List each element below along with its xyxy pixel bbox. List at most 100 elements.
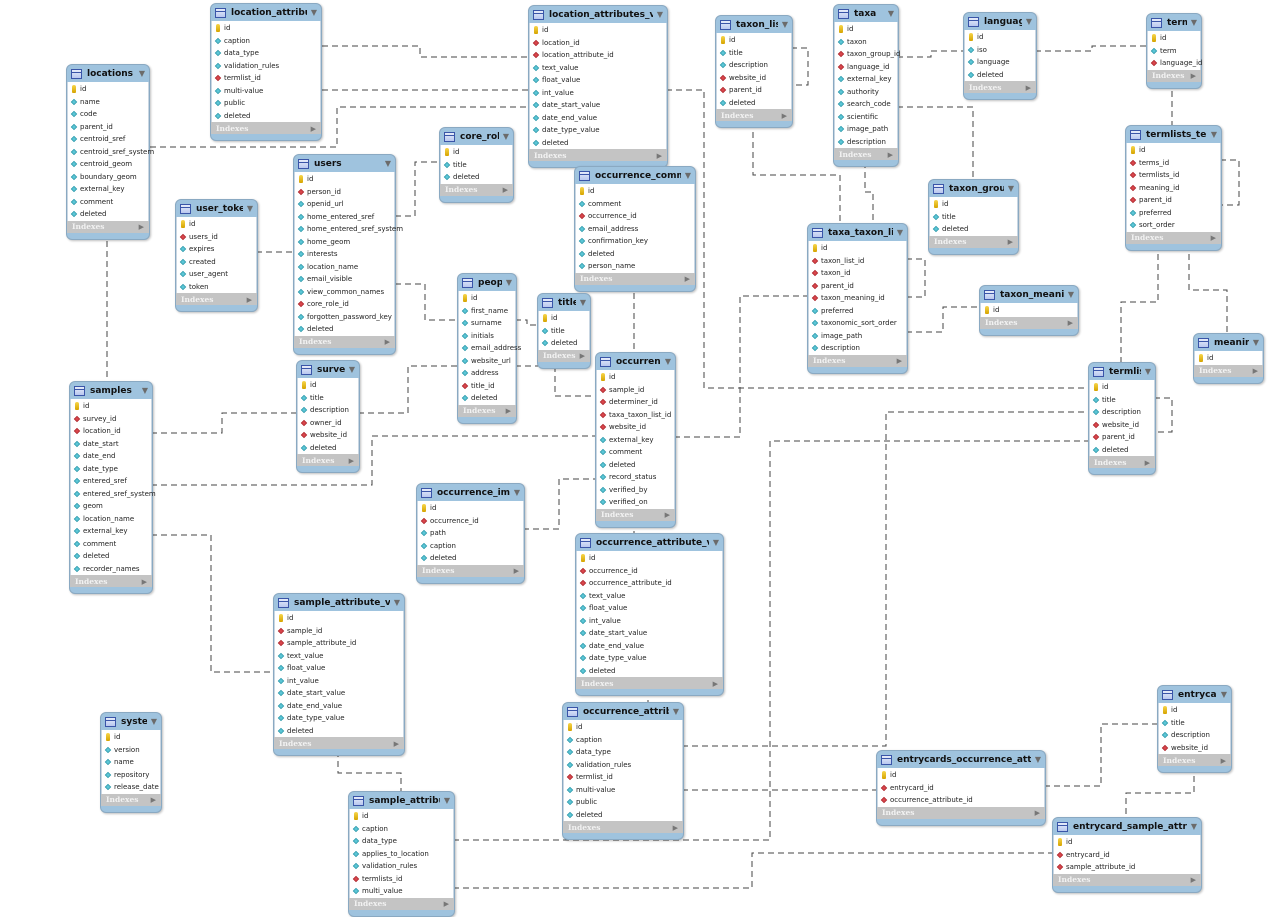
column-row[interactable]: multi-value <box>564 784 682 797</box>
table-menu-caret-icon[interactable]: ▼ <box>139 69 145 78</box>
column-row[interactable]: occurrence_attribute_id <box>878 794 1044 807</box>
column-row[interactable]: centroid_sref_system <box>68 146 154 159</box>
column-row[interactable]: deleted <box>717 97 791 110</box>
table-occurrences[interactable]: occurrences ▼ id sample_id determiner_idtaxa… <box>595 352 676 528</box>
table-sample-attribute-values[interactable]: sample_attribute_values▼idsample_idsampl… <box>273 593 405 756</box>
table-header[interactable]: occurrence_attributes ▼ <box>563 703 683 720</box>
column-row[interactable]: id <box>1127 144 1220 157</box>
table-taxon-meanings[interactable]: taxon_meanings ▼ id Indexes ▶ <box>979 285 1079 336</box>
table-location-attributes[interactable]: location_attributes ▼ id caption data_typeva… <box>210 3 322 141</box>
column-row[interactable]: meaning_id <box>1127 182 1220 195</box>
column-row[interactable]: deleted <box>441 171 512 184</box>
table-occurrence-comments[interactable]: occurrence_comments ▼ id comment occurrence_… <box>574 166 696 292</box>
indexes-section[interactable]: Indexes ▶ <box>929 235 1018 248</box>
indexes-section[interactable]: Indexes ▶ <box>297 454 359 466</box>
relationship-line[interactable] <box>395 283 457 321</box>
relationship-line[interactable] <box>674 295 807 438</box>
column-row[interactable]: person_id <box>295 186 394 199</box>
table-header[interactable]: core_roles ▼ <box>440 128 513 145</box>
column-row[interactable]: website_id <box>597 421 674 434</box>
indexes-expand-arrow-icon[interactable]: ▶ <box>349 456 354 465</box>
table-header[interactable]: terms ▼ <box>1147 14 1201 31</box>
column-row[interactable]: home_entered_sref <box>295 211 394 224</box>
indexes-expand-arrow-icon[interactable]: ▶ <box>503 185 508 194</box>
column-row[interactable]: id <box>275 612 403 625</box>
relationship-line[interactable] <box>791 47 809 86</box>
indexes-section[interactable]: Indexes ▶ <box>1194 364 1263 377</box>
column-row[interactable]: confirmation_key <box>576 235 694 248</box>
column-row[interactable]: website_url <box>459 355 515 368</box>
column-row[interactable]: recorder_names <box>71 563 151 576</box>
column-row[interactable]: forgotten_password_key <box>295 311 394 324</box>
indexes-section[interactable]: Indexes ▶ <box>529 149 667 161</box>
table-taxa-taxon-lists[interactable]: taxa_taxon_lists ▼ id taxon_list_id taxon_id… <box>807 223 908 374</box>
table-menu-caret-icon[interactable]: ▼ <box>1191 18 1197 27</box>
column-row[interactable]: created <box>177 256 256 269</box>
indexes-expand-arrow-icon[interactable]: ▶ <box>142 577 147 586</box>
column-row[interactable]: title_id <box>459 380 515 393</box>
column-row[interactable]: name <box>68 96 148 109</box>
column-row[interactable]: id <box>530 24 666 37</box>
table-menu-caret-icon[interactable]: ▼ <box>888 9 894 18</box>
table-header[interactable]: titles ▼ <box>538 294 590 311</box>
indexes-section[interactable]: Indexes ▶ <box>458 404 516 417</box>
column-row[interactable]: title <box>539 325 589 338</box>
column-row[interactable]: terms_id <box>1127 157 1220 170</box>
table-occurrence-images[interactable]: occurrence_images ▼ id occurrence_idpath cap… <box>416 483 525 584</box>
indexes-expand-arrow-icon[interactable]: ▶ <box>888 150 893 159</box>
indexes-section[interactable]: Indexes ▶ <box>808 354 907 367</box>
table-system[interactable]: system ▼ id version name repository release_da… <box>100 712 162 813</box>
column-row[interactable]: taxa_taxon_list_id <box>597 409 674 422</box>
table-header[interactable]: people ▼ <box>458 274 516 291</box>
column-row[interactable]: deleted <box>930 223 1017 236</box>
column-row[interactable]: sort_order <box>1127 219 1220 232</box>
column-row[interactable]: id <box>177 218 256 231</box>
column-row[interactable]: id <box>102 731 160 744</box>
table-people[interactable]: people ▼ id first_namesurname initials email_… <box>457 273 521 424</box>
table-menu-caret-icon[interactable]: ▼ <box>657 10 663 19</box>
column-row[interactable]: id <box>1148 32 1200 45</box>
relationship-line[interactable] <box>1120 244 1159 362</box>
column-row[interactable]: occurrence_id <box>577 565 722 578</box>
relationship-line[interactable] <box>453 852 1052 889</box>
indexes-expand-arrow-icon[interactable]: ▶ <box>713 679 718 688</box>
indexes-section[interactable]: Indexes ▶ <box>980 316 1078 329</box>
column-row[interactable]: date_type_value <box>577 652 722 665</box>
column-row[interactable]: authority <box>835 86 897 99</box>
table-menu-caret-icon[interactable]: ▼ <box>580 298 586 307</box>
relationship-line[interactable] <box>897 50 963 58</box>
indexes-expand-arrow-icon[interactable]: ▶ <box>1191 71 1196 80</box>
column-row[interactable]: title <box>1090 394 1154 407</box>
column-row[interactable]: termlist_id <box>564 771 682 784</box>
column-row[interactable]: date_start_value <box>275 687 403 700</box>
indexes-section[interactable]: Indexes ▶ <box>101 793 161 806</box>
column-row[interactable]: deleted <box>68 208 148 221</box>
indexes-section[interactable]: Indexes ▶ <box>67 220 149 233</box>
column-row[interactable]: id <box>1195 352 1262 365</box>
column-row[interactable]: external_key <box>71 525 151 538</box>
column-row[interactable]: id <box>809 242 906 255</box>
column-row[interactable]: token <box>177 281 256 294</box>
table-header[interactable]: user_tokens ▼ <box>176 200 257 217</box>
column-row[interactable]: name <box>102 756 160 769</box>
table-menu-caret-icon[interactable]: ▼ <box>1211 130 1217 139</box>
column-row[interactable]: taxon_id <box>809 267 906 280</box>
column-row[interactable]: occurrence_id <box>576 210 694 223</box>
column-row[interactable]: id <box>539 312 589 325</box>
column-row[interactable]: title <box>930 211 1017 224</box>
column-row[interactable]: parent_id <box>809 280 906 293</box>
table-menu-caret-icon[interactable]: ▼ <box>503 132 509 141</box>
column-row[interactable]: id <box>212 22 320 35</box>
column-row[interactable]: id <box>597 371 674 384</box>
relationship-line[interactable] <box>151 412 296 434</box>
relationship-line[interactable] <box>322 45 528 58</box>
relationship-line[interactable] <box>515 365 595 397</box>
column-row[interactable]: taxonomic_sort_order <box>809 317 906 330</box>
column-row[interactable]: language_id <box>1148 57 1202 70</box>
table-header[interactable]: users ▼ <box>294 155 395 172</box>
column-row[interactable]: float_value <box>577 602 722 615</box>
column-row[interactable]: external_key <box>835 73 897 86</box>
table-menu-caret-icon[interactable]: ▼ <box>1191 822 1197 831</box>
column-row[interactable]: termlists_id <box>350 873 453 886</box>
column-row[interactable]: id <box>1090 381 1154 394</box>
